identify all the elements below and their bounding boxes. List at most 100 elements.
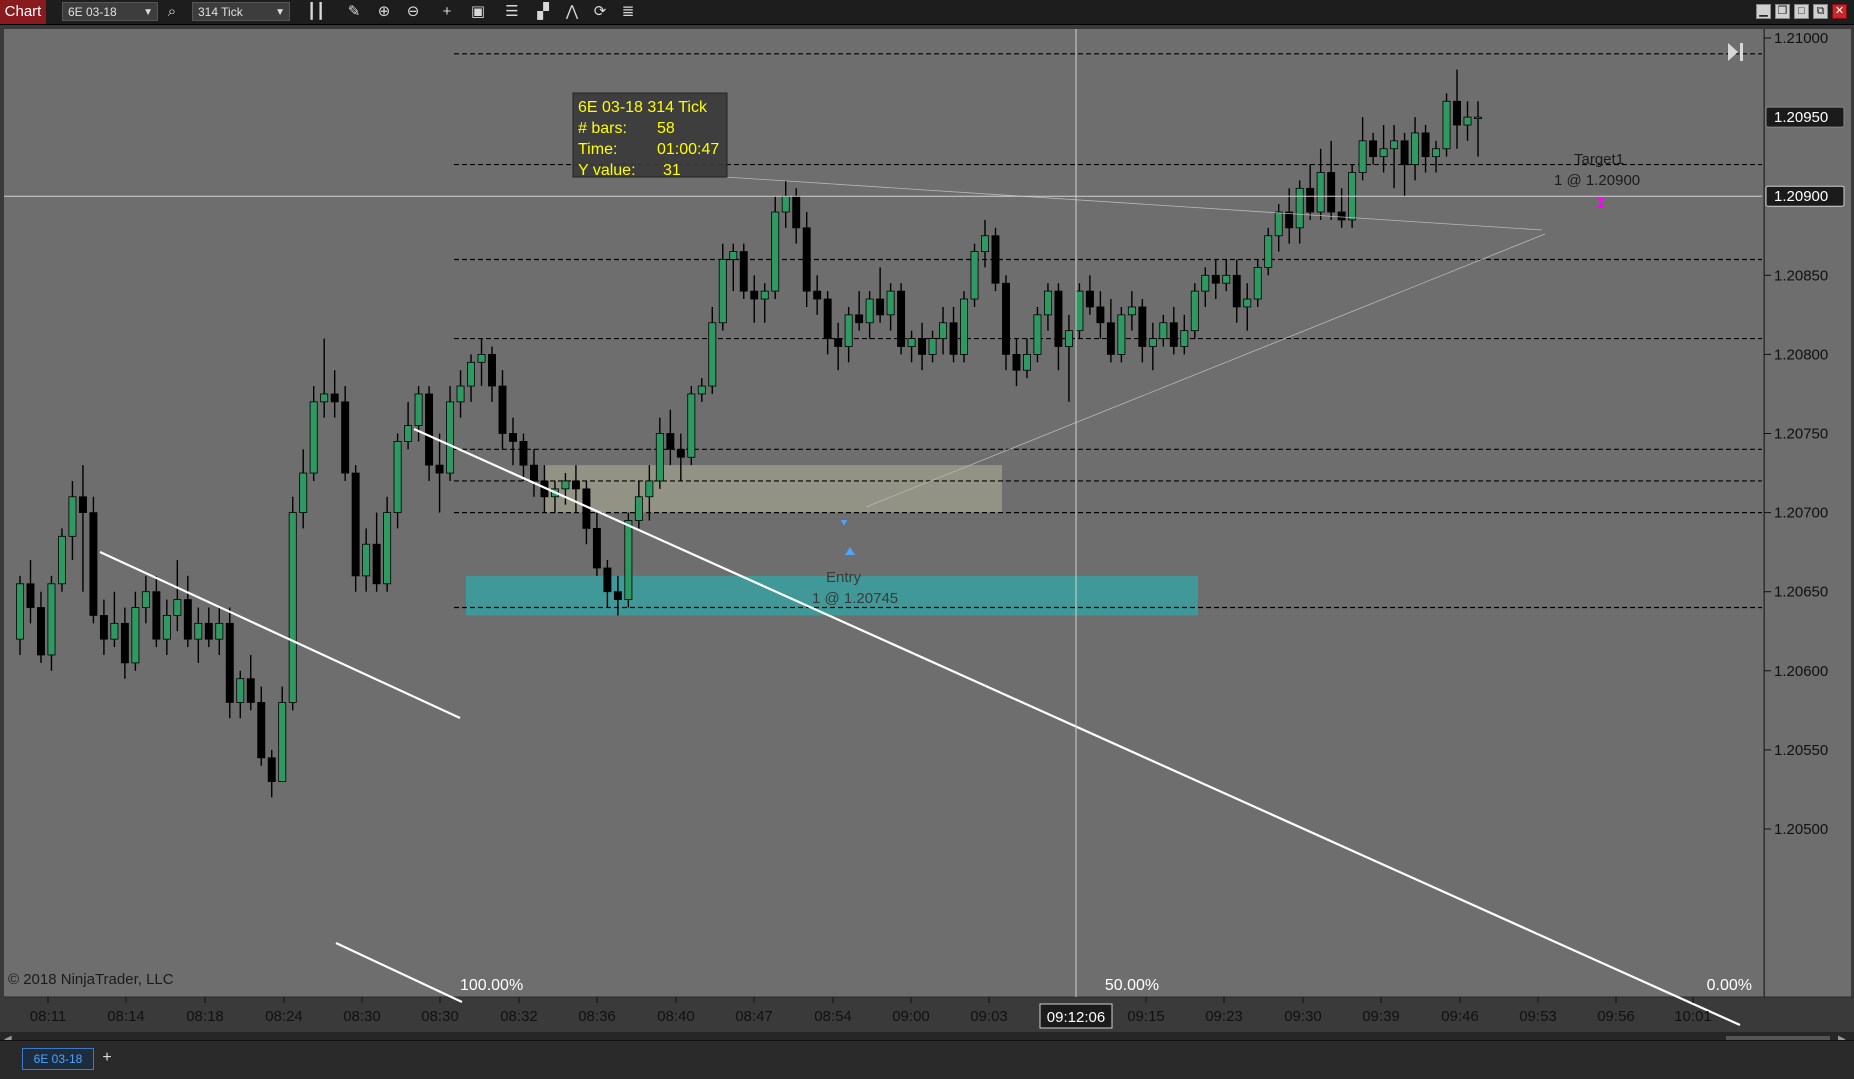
- candle-body: [488, 353, 496, 387]
- properties-icon[interactable]: ≣: [618, 2, 638, 22]
- candle-body: [760, 290, 769, 300]
- x-axis-label: 09:03: [970, 1008, 1008, 1025]
- add-tab-button[interactable]: +: [98, 1048, 116, 1068]
- target-label: Target1: [1574, 151, 1624, 168]
- interval-selector[interactable]: 314 Tick ▼: [192, 2, 290, 21]
- minimize-button[interactable]: ▁: [1756, 4, 1771, 19]
- y-axis-label: 1.20750: [1774, 426, 1828, 443]
- candle-body: [1085, 290, 1094, 308]
- candle-body: [99, 615, 108, 640]
- candle-body: [1117, 314, 1126, 355]
- candle-body: [781, 195, 790, 213]
- candle-body: [57, 535, 66, 585]
- maximize-button[interactable]: □: [1794, 4, 1809, 19]
- tab-6e-03-18[interactable]: 6E 03-18: [22, 1048, 94, 1070]
- candle-body: [341, 401, 350, 474]
- chevron-down-icon: ▼: [143, 7, 153, 18]
- candle-body: [267, 757, 276, 782]
- candle-body: [1022, 353, 1031, 371]
- close-button[interactable]: ✕: [1832, 4, 1847, 19]
- candle-body: [498, 385, 507, 434]
- y-axis-label: 1.20700: [1774, 505, 1828, 522]
- search-icon[interactable]: ⌕: [162, 2, 182, 22]
- candle-body: [204, 622, 213, 640]
- data-box-icon[interactable]: ▣: [468, 2, 488, 22]
- fib-level-label: 50.00%: [1105, 977, 1159, 994]
- pencil-icon[interactable]: ✎: [344, 2, 364, 22]
- crosshair-time-label: 09:12:06: [1047, 1009, 1105, 1026]
- draw-tools-icon[interactable]: ⋀: [562, 2, 582, 22]
- candle-body: [404, 425, 413, 442]
- tooltip-row-label: Time:: [578, 141, 617, 158]
- candle-body: [886, 290, 895, 316]
- candle-body: [655, 433, 664, 482]
- candle-body: [834, 338, 843, 347]
- copyright-text: © 2018 NinjaTrader, LLC: [8, 971, 174, 988]
- x-axis-label: 08:14: [107, 1008, 145, 1025]
- candle-body: [981, 235, 989, 252]
- candle-body: [16, 583, 24, 640]
- instrument-value: 6E 03-18: [68, 5, 117, 19]
- y-axis-label: 1.20850: [1774, 267, 1828, 284]
- zoom-out-icon[interactable]: ⊖: [403, 2, 423, 22]
- tooltip-row-value: 31: [663, 162, 681, 179]
- candle-body: [865, 298, 874, 324]
- popout-button[interactable]: ⧉: [1813, 4, 1828, 19]
- zoom-in-icon[interactable]: ⊕: [374, 2, 394, 22]
- tooltip-row-label: Y value:: [578, 162, 636, 179]
- candle-body: [592, 528, 601, 569]
- candle-body: [1411, 132, 1420, 165]
- x-axis-label: 08:47: [735, 1008, 773, 1025]
- indicator-icon[interactable]: ▞: [533, 2, 553, 22]
- crosshair-icon[interactable]: +: [437, 2, 457, 22]
- instrument-selector[interactable]: 6E 03-18 ▼: [62, 2, 158, 21]
- candle-body: [813, 290, 822, 300]
- candle-body: [131, 607, 140, 664]
- candle-body: [624, 520, 633, 601]
- candle-body: [1075, 290, 1084, 332]
- candle-body: [897, 290, 906, 347]
- candle-body: [1327, 172, 1336, 213]
- candle-body: [750, 290, 759, 300]
- crosshair-price-label: 1.20900: [1774, 188, 1828, 205]
- refresh-icon[interactable]: ⟳: [590, 2, 610, 22]
- candle-body: [970, 251, 979, 300]
- restore-button[interactable]: ❐: [1775, 4, 1790, 19]
- x-axis-label: 08:30: [343, 1008, 381, 1025]
- candle-body: [928, 338, 937, 355]
- candle-body: [1400, 140, 1409, 165]
- bar-style-icon[interactable]: ┃┃: [306, 2, 326, 22]
- candle-body: [1306, 187, 1315, 213]
- candle-body: [939, 322, 948, 339]
- interval-value: 314 Tick: [198, 5, 243, 19]
- candle-body: [855, 314, 864, 324]
- candle-body: [362, 543, 371, 577]
- candle-body: [162, 615, 171, 640]
- candle-body: [1054, 290, 1063, 347]
- fib-level-label: 0.00%: [1707, 977, 1752, 994]
- candle-body: [215, 622, 224, 640]
- entry-label: Entry: [826, 569, 862, 586]
- candle-body: [718, 259, 727, 324]
- tooltip-row-value: 58: [657, 120, 675, 137]
- x-axis-label: 09:39: [1362, 1008, 1400, 1025]
- candle-body: [844, 314, 853, 347]
- candle-body: [1002, 282, 1010, 355]
- candle-body: [1211, 274, 1220, 284]
- candle-body: [1253, 266, 1262, 300]
- candle-body: [519, 441, 528, 466]
- candle-body: [1043, 290, 1052, 316]
- tooltip-row-value: 01:00:47: [657, 141, 719, 158]
- strategy-icon[interactable]: ☰: [502, 2, 522, 22]
- candle-body: [26, 583, 35, 608]
- candle-body: [949, 322, 958, 355]
- price-chart[interactable]: 1.21000 1.20850 1.20800 1.20750 1.20700 1.206…: [0, 25, 1854, 1032]
- x-axis-label: 08:18: [186, 1008, 224, 1025]
- candle-body: [1379, 148, 1388, 158]
- candle-body: [823, 298, 832, 339]
- scroll-to-end-bar: [1740, 43, 1743, 61]
- y-axis-label: 1.20500: [1774, 821, 1828, 838]
- candle-body: [991, 235, 1000, 284]
- candle-body: [1190, 290, 1199, 332]
- x-axis-label: 08:36: [578, 1008, 616, 1025]
